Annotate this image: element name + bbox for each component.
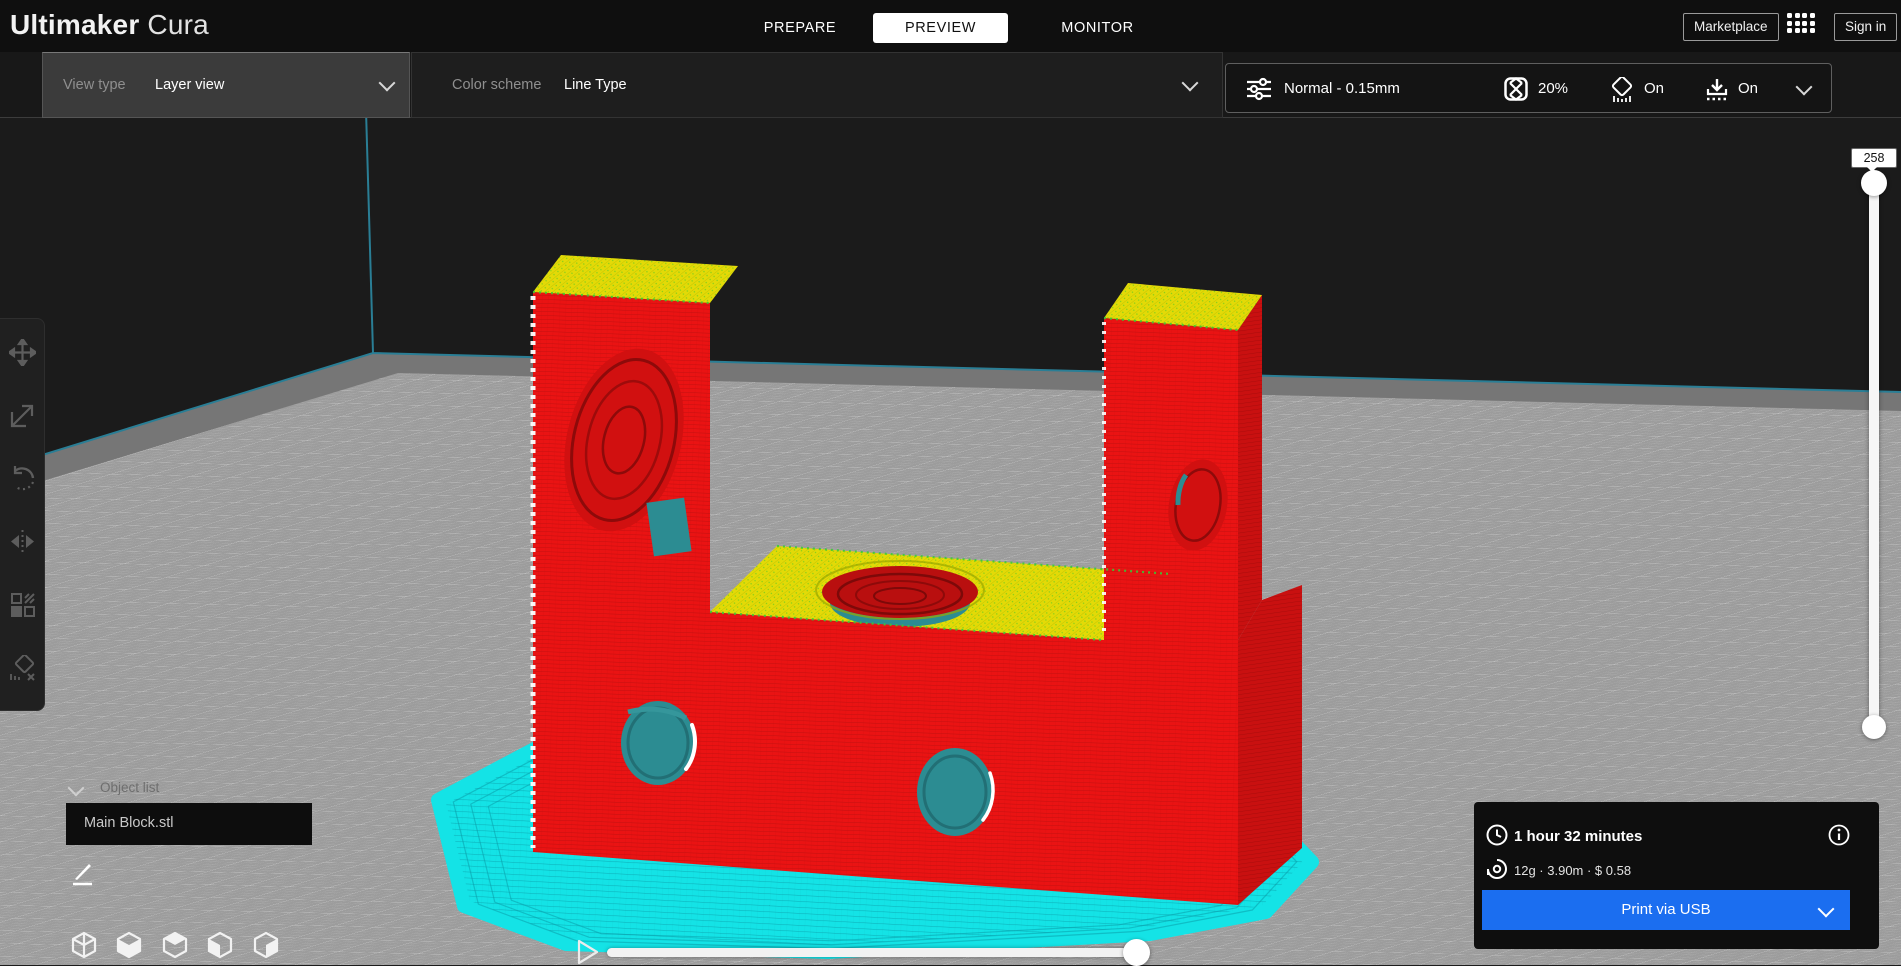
object-name: Main Block.stl (84, 815, 174, 831)
play-button[interactable] (576, 939, 600, 965)
front-view-icon[interactable] (115, 931, 143, 959)
top-view-icon[interactable] (161, 931, 189, 959)
preview-toolbar: View type Layer view Color scheme Line T… (0, 52, 1901, 118)
support-icon (1611, 77, 1633, 102)
right-view-icon[interactable] (252, 931, 280, 959)
support-blocker-tool[interactable] (9, 655, 36, 682)
print-settings-panel[interactable]: Normal - 0.15mm 20% On On (1225, 63, 1832, 113)
marketplace-button[interactable]: Marketplace (1683, 13, 1779, 41)
tab-monitor[interactable]: MONITOR (1025, 13, 1170, 43)
layer-number-tooltip: 258 (1851, 148, 1897, 172)
object-list-item[interactable]: Main Block.stl (66, 803, 312, 845)
layer-slider-track[interactable] (1869, 178, 1879, 732)
print-settings-sliders-icon (1247, 77, 1271, 101)
clock-icon (1486, 824, 1508, 846)
color-scheme-dropdown[interactable]: Color scheme Line Type (411, 52, 1223, 118)
rotate-tool[interactable] (9, 465, 36, 492)
print-stats-panel: 1 hour 32 minutes 12g · 3.90m · $ 0.58 P… (1474, 802, 1879, 949)
object-list-title: Object list (100, 780, 160, 795)
view-type-dropdown[interactable]: View type Layer view (42, 52, 410, 118)
color-scheme-label: Color scheme (452, 77, 542, 93)
camera-view-buttons (70, 931, 293, 964)
info-icon[interactable] (1828, 824, 1850, 846)
edit-pencil-icon[interactable] (70, 860, 96, 886)
move-tool[interactable] (9, 339, 36, 366)
scale-tool[interactable] (9, 402, 36, 429)
chevron-down-icon (1817, 900, 1835, 918)
quality-value: Normal - 0.15mm (1284, 80, 1400, 97)
view-type-label: View type (63, 77, 126, 93)
print-via-usb-button[interactable]: Print via USB (1482, 890, 1850, 930)
3d-view-icon[interactable] (70, 931, 98, 959)
top-bar: Ultimaker Cura PREPARE PREVIEW MONITOR M… (0, 0, 1901, 52)
chevron-down-icon (1181, 74, 1199, 92)
spool-icon (1487, 859, 1507, 879)
print-time: 1 hour 32 minutes (1514, 828, 1643, 845)
adhesion-value: On (1738, 80, 1759, 97)
layer-slider-lower-handle[interactable] (1862, 715, 1886, 739)
material-usage: 12g · 3.90m · $ 0.58 (1514, 863, 1632, 878)
simulation-slider-track[interactable] (607, 948, 1137, 957)
chevron-down-icon (378, 74, 396, 92)
infill-value: 20% (1538, 80, 1569, 97)
support-value: On (1644, 80, 1665, 97)
chevron-down-icon (1795, 78, 1813, 96)
layer-slider-upper-handle[interactable] (1861, 170, 1887, 196)
simulation-slider-handle[interactable] (1123, 939, 1150, 966)
apps-grid-icon[interactable] (1787, 13, 1815, 40)
view-type-value: Layer view (155, 77, 225, 93)
model-tower-right-side-face (1238, 295, 1262, 640)
per-model-settings-tool[interactable] (9, 591, 36, 618)
left-tool-column (0, 318, 45, 711)
sign-in-button[interactable]: Sign in (1834, 13, 1898, 41)
infill-icon (1504, 77, 1528, 101)
color-scheme-value: Line Type (564, 77, 627, 93)
tab-prepare[interactable]: PREPARE (740, 13, 860, 43)
model-front-hole-left (621, 701, 697, 785)
model-front-hole-right (917, 748, 995, 836)
tab-preview[interactable]: PREVIEW (873, 13, 1008, 43)
left-view-icon[interactable] (206, 931, 234, 959)
adhesion-icon (1706, 79, 1728, 101)
app-logo: Ultimaker Cura (10, 9, 209, 40)
mirror-tool[interactable] (9, 528, 36, 555)
